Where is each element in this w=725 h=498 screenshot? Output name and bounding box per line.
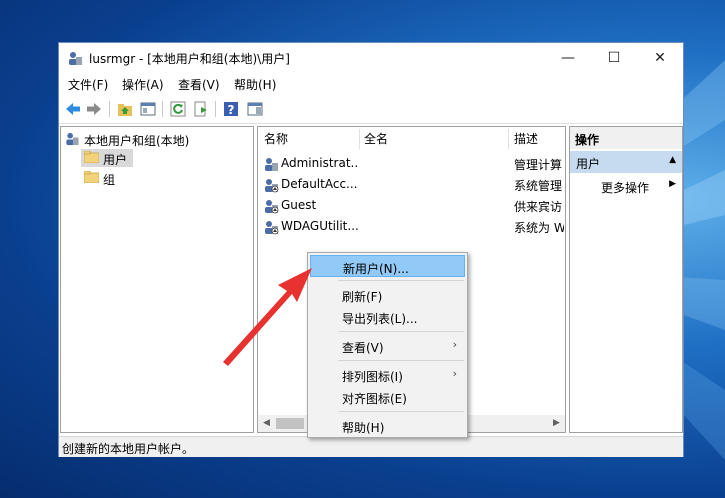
users-app-icon — [69, 52, 82, 65]
window-title: lusrmgr - [本地用户和组(本地)\用户] — [89, 52, 290, 66]
status-bar: 创建新的本地用户帐户。 — [59, 436, 683, 457]
column-header-name[interactable]: 名称 — [264, 127, 288, 151]
up-folder-icon[interactable] — [116, 100, 134, 118]
ctx-new-user[interactable]: 新用户(N)... — [310, 255, 465, 277]
context-menu: 新用户(N)... 刷新(F) 导出列表(L)... 查看(V) › 排列图标(… — [307, 252, 468, 438]
menu-file[interactable]: 文件(F) — [68, 76, 108, 93]
menu-separator — [338, 360, 464, 361]
menu-separator — [338, 411, 464, 412]
submenu-arrow-icon: › — [452, 338, 457, 351]
ctx-refresh[interactable]: 刷新(F) — [310, 284, 465, 306]
tree-root-label: 本地用户和组(本地) — [84, 134, 190, 148]
toolbar-separator — [215, 101, 216, 117]
more-actions-label: 更多操作 — [601, 181, 650, 195]
ctx-arrange-icons[interactable]: 排列图标(I) › — [310, 364, 465, 386]
actions-header-label: 操作 — [575, 133, 600, 147]
ctx-item-label: 查看(V) — [342, 341, 384, 355]
ctx-view[interactable]: 查看(V) › — [310, 335, 465, 357]
user-name: WDAGUtilit... — [281, 219, 359, 233]
user-name: DefaultAcc... — [281, 177, 358, 191]
ctx-item-label: 导出列表(L)... — [342, 312, 418, 326]
menu-separator — [338, 331, 464, 332]
menu-separator — [338, 280, 464, 281]
action-pane-icon[interactable] — [246, 100, 264, 118]
computer-users-icon — [66, 132, 79, 146]
tree-item-label: 组 — [103, 173, 116, 187]
scroll-thumb[interactable] — [276, 418, 304, 429]
minimize-button[interactable]: — — [545, 43, 591, 73]
submenu-arrow-icon: ▶ — [669, 179, 676, 189]
svg-text:?: ? — [228, 103, 235, 117]
tree-item-groups[interactable]: 组 — [81, 169, 133, 187]
actions-pane: 操作 用户 ▲ 更多操作 ▶ — [569, 126, 683, 433]
column-header-fullname[interactable]: 全名 — [364, 127, 388, 151]
menu-view[interactable]: 查看(V) — [178, 76, 220, 93]
ctx-line-up-icons[interactable]: 对齐图标(E) — [310, 386, 465, 408]
scroll-left-icon[interactable]: ◀ — [258, 415, 275, 432]
menu-help[interactable]: 帮助(H) — [234, 76, 276, 93]
column-divider[interactable] — [508, 129, 509, 149]
toolbar-separator — [162, 101, 163, 117]
ctx-item-label: 排列图标(I) — [342, 370, 403, 384]
collapse-up-icon[interactable]: ▲ — [669, 155, 676, 165]
submenu-arrow-icon: › — [452, 367, 457, 380]
user-name: Administrat... — [281, 156, 359, 170]
actions-header: 操作 — [570, 127, 682, 149]
title-bar[interactable]: lusrmgr - [本地用户和组(本地)\用户] — ☐ ✕ — [59, 43, 683, 73]
ctx-export-list[interactable]: 导出列表(L)... — [310, 306, 465, 328]
column-header-description[interactable]: 描述 — [514, 127, 538, 151]
tree-pane: 本地用户和组(本地) 用户 组 — [60, 126, 254, 433]
tree-item-users[interactable]: 用户 — [81, 149, 133, 167]
tree-item-label: 用户 — [103, 153, 128, 167]
folder-icon — [84, 151, 99, 163]
ctx-item-label: 对齐图标(E) — [342, 392, 407, 406]
user-description: 供来宾访 — [514, 200, 563, 214]
user-description: 系统管理 — [514, 179, 563, 193]
show-hide-tree-icon[interactable] — [139, 100, 157, 118]
forward-icon[interactable] — [85, 100, 103, 118]
scroll-right-icon[interactable]: ▶ — [548, 415, 565, 432]
tree-root[interactable]: 本地用户和组(本地) — [64, 130, 250, 148]
column-divider[interactable] — [359, 129, 360, 149]
user-icon — [265, 179, 279, 193]
ctx-item-label: 刷新(F) — [342, 290, 383, 304]
user-icon — [265, 200, 279, 214]
user-description: 系统为 W — [514, 221, 564, 235]
actions-section-users[interactable]: 用户 ▲ — [570, 151, 682, 173]
ctx-item-label: 新用户(N)... — [343, 262, 409, 276]
user-icon — [265, 158, 278, 171]
menu-action[interactable]: 操作(A) — [122, 76, 164, 93]
user-description: 管理计算 — [514, 158, 563, 172]
toolbar: ? — [59, 95, 683, 124]
back-icon[interactable] — [64, 100, 82, 118]
export-list-icon[interactable] — [192, 100, 210, 118]
ctx-help[interactable]: 帮助(H) — [310, 415, 465, 437]
user-name: Guest — [281, 198, 317, 212]
folder-icon — [84, 171, 99, 183]
help-icon[interactable]: ? — [222, 100, 240, 118]
more-actions-item[interactable]: 更多操作 ▶ — [570, 175, 682, 197]
close-button[interactable]: ✕ — [637, 43, 683, 73]
ctx-item-label: 帮助(H) — [342, 421, 385, 435]
menu-bar: 文件(F) 操作(A) 查看(V) 帮助(H) — [59, 73, 683, 95]
refresh-icon[interactable] — [169, 100, 187, 118]
actions-section-label: 用户 — [576, 157, 601, 171]
status-text: 创建新的本地用户帐户。 — [62, 442, 195, 456]
user-icon — [265, 221, 279, 235]
toolbar-separator — [109, 101, 110, 117]
maximize-button[interactable]: ☐ — [591, 43, 637, 73]
